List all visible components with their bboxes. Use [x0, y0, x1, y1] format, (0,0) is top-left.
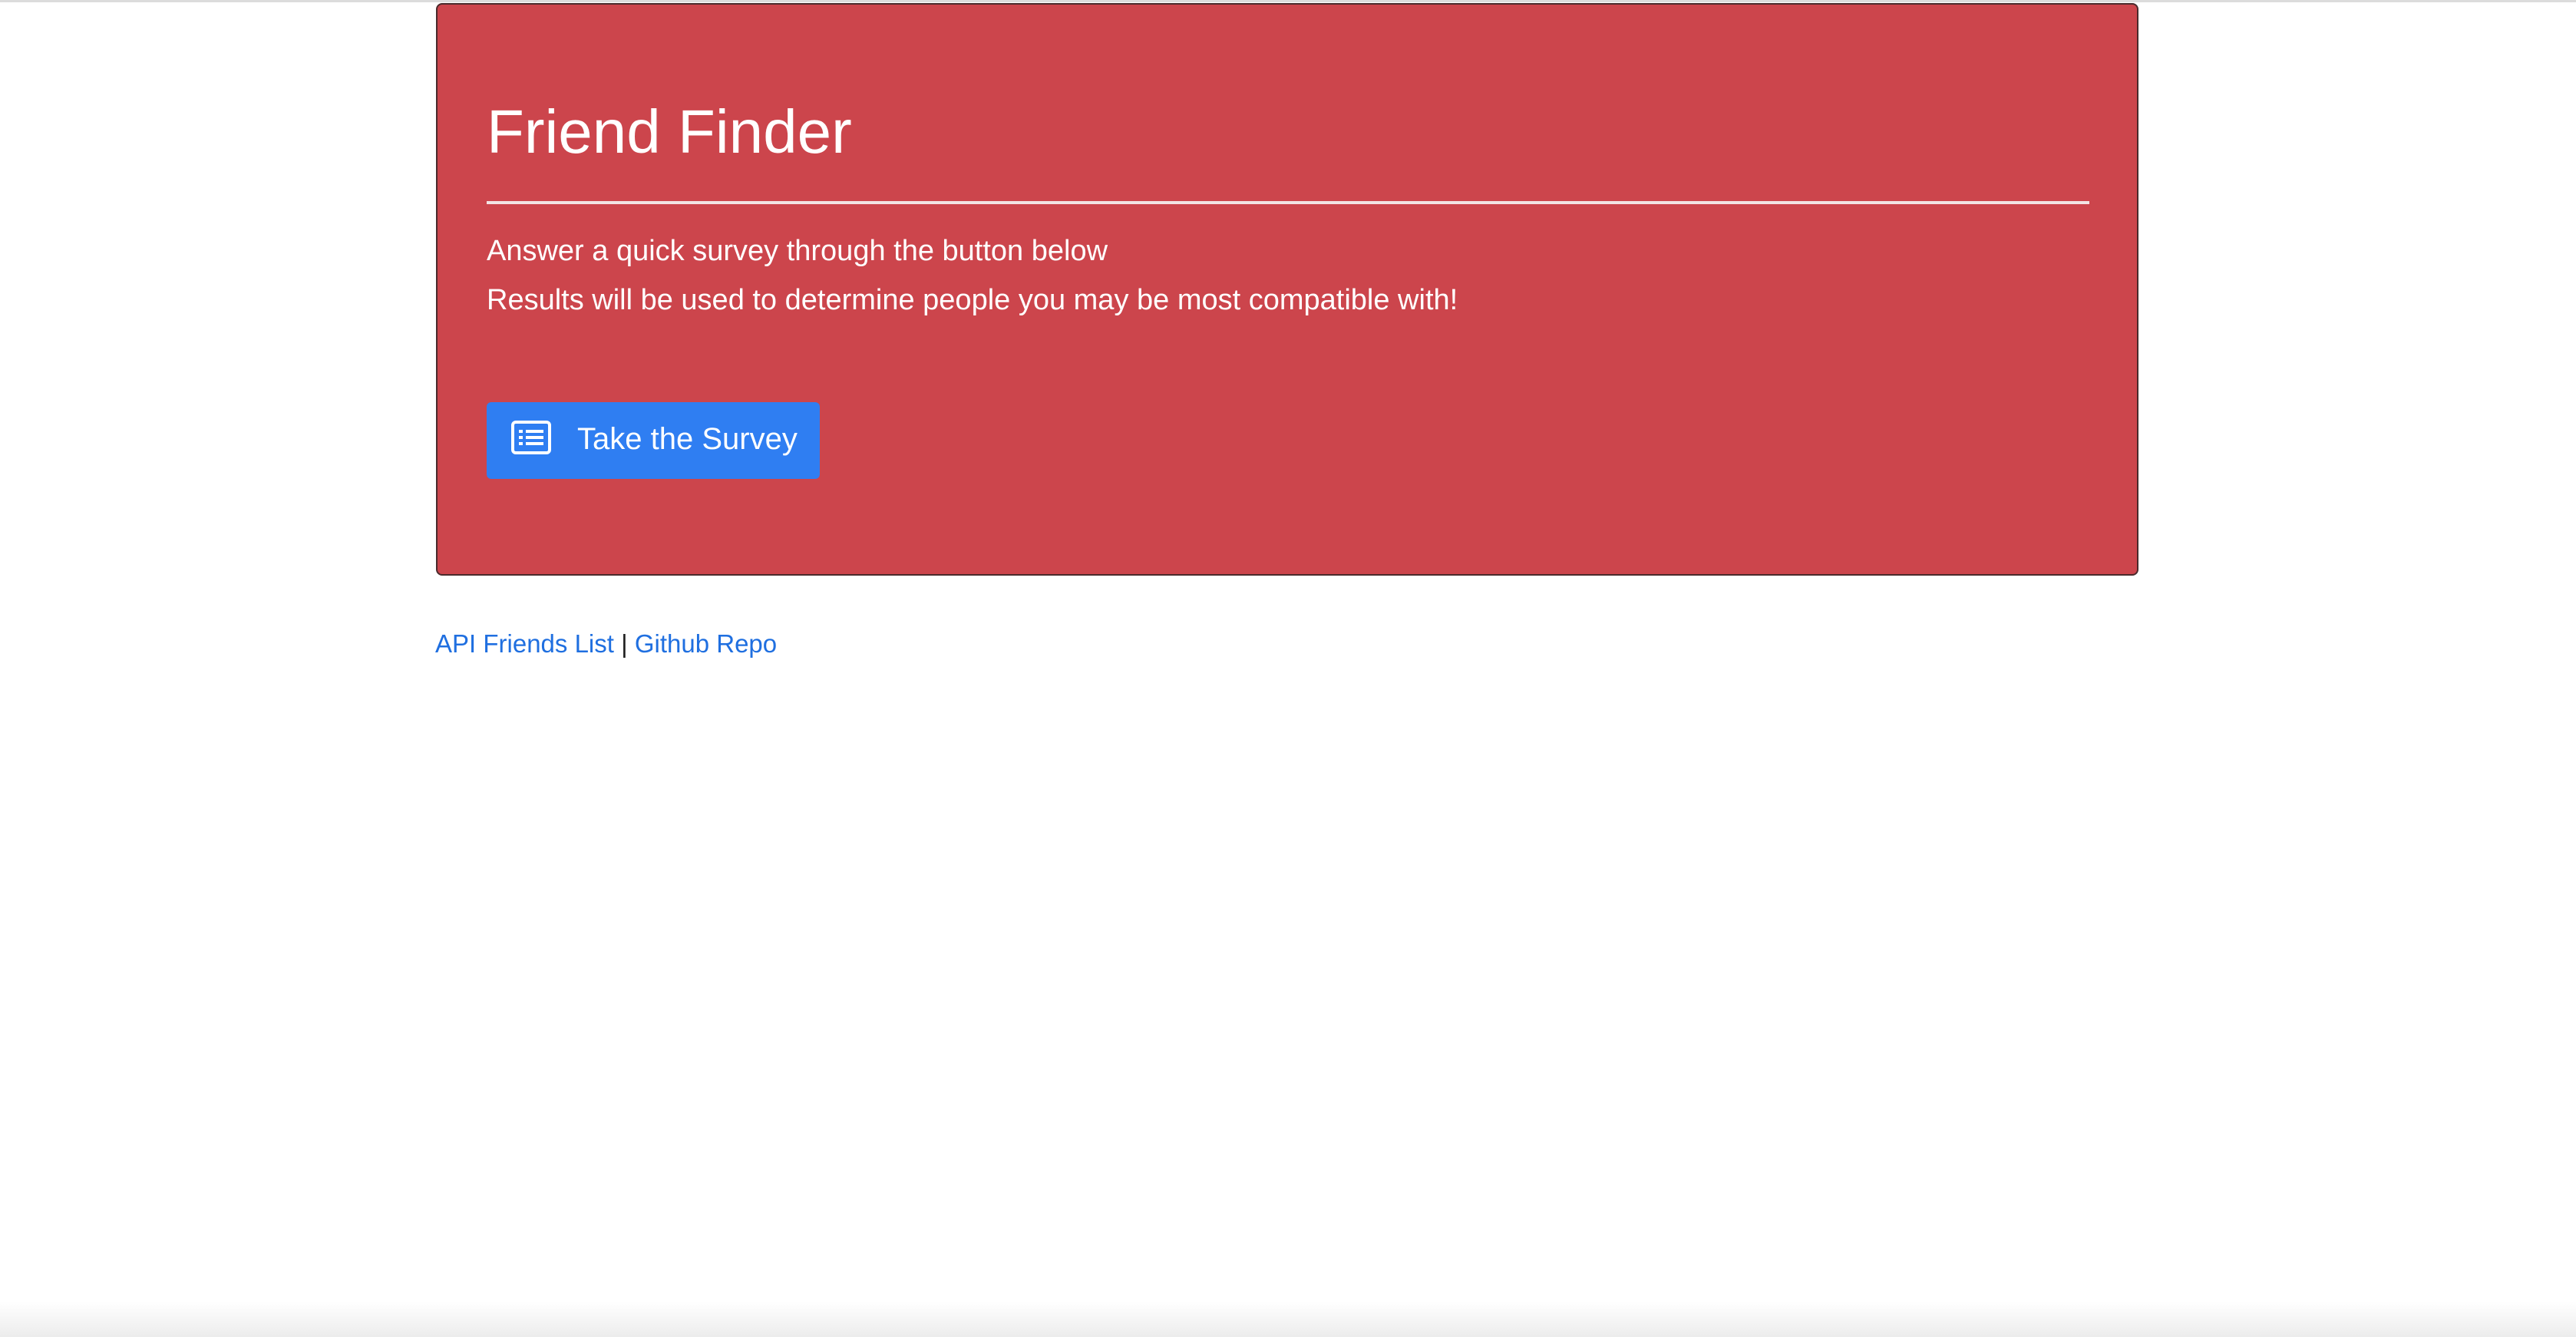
- bottom-shadow: [0, 1302, 2576, 1337]
- lead-text-line-1: Answer a quick survey through the button…: [487, 235, 1108, 267]
- hero-jumbotron: Friend Finder Answer a quick survey thro…: [436, 3, 2138, 576]
- page-title: Friend Finder: [487, 97, 852, 166]
- take-survey-button[interactable]: Take the Survey: [487, 402, 820, 479]
- api-friends-list-link[interactable]: API Friends List: [435, 629, 614, 658]
- list-icon: [511, 421, 551, 454]
- footer-links: API Friends List | Github Repo: [435, 631, 777, 656]
- take-survey-label: Take the Survey: [577, 422, 798, 456]
- github-repo-link[interactable]: Github Repo: [635, 629, 777, 658]
- title-divider: [487, 201, 2089, 204]
- lead-text-line-2: Results will be used to determine people…: [487, 284, 1458, 316]
- browser-top-border: [0, 0, 2576, 2]
- footer-separator: |: [621, 629, 628, 658]
